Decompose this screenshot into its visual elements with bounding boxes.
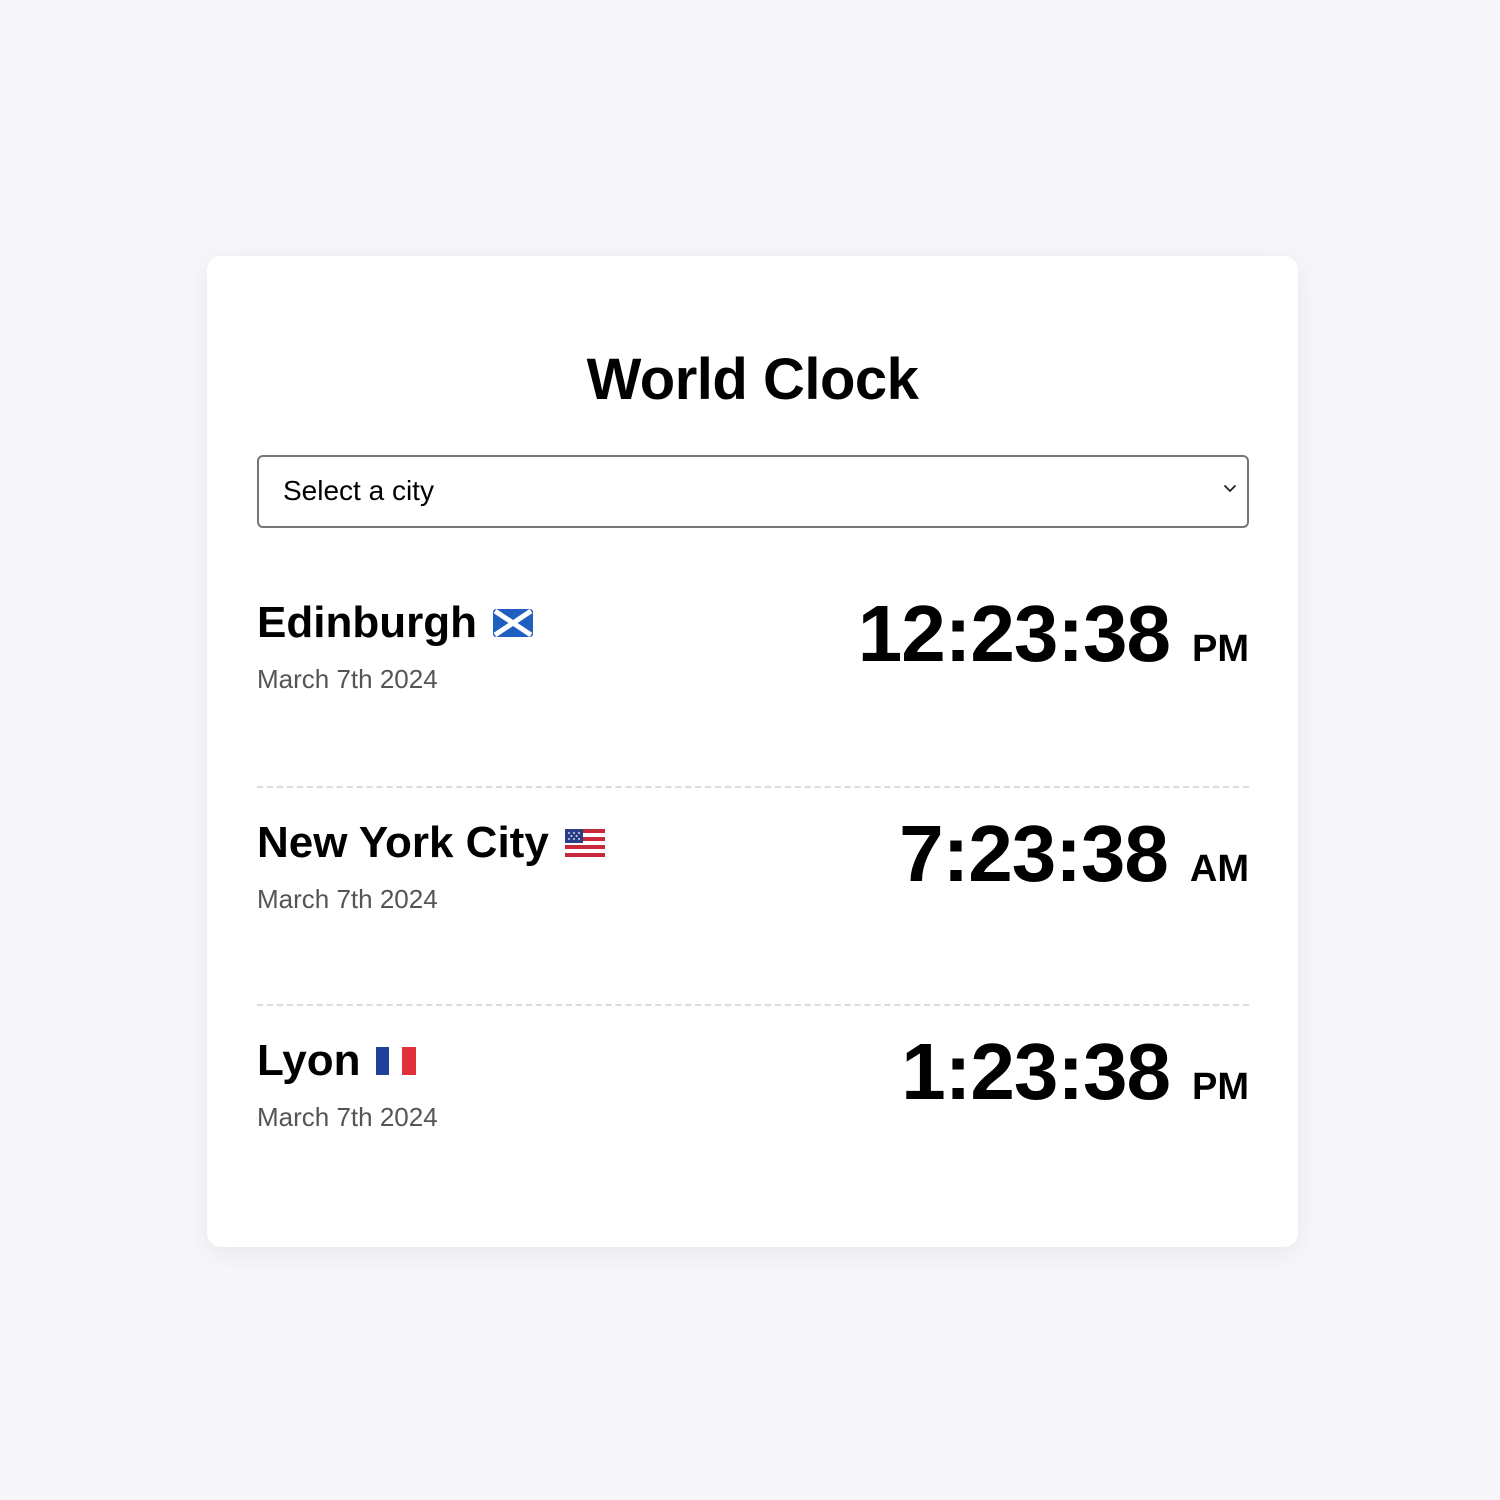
clock-row-edinburgh: Edinburgh March 7th 2024 12:23:38 PM [257, 568, 1249, 786]
city-date: March 7th 2024 [257, 884, 438, 914]
city-label: Lyon [257, 1036, 361, 1085]
world-clock-card: World Clock Select a city Edinburgh Marc… [207, 256, 1298, 1247]
clock-row-new-york-city: New York City March 7th 2024 7:23:38 AM [257, 786, 1249, 1004]
city-time: 7:23:38 AM [899, 808, 1249, 900]
city-label: New York City [257, 818, 549, 867]
time-value: 1:23:38 [901, 1027, 1171, 1116]
time-period: PM [1192, 1066, 1249, 1108]
usa-flag-icon [564, 829, 605, 857]
time-period: PM [1192, 628, 1249, 670]
clock-list: Edinburgh March 7th 2024 12:23:38 PM New… [257, 568, 1249, 1222]
city-select[interactable]: Select a city [257, 455, 1249, 528]
city-time: 12:23:38 PM [858, 588, 1249, 680]
time-value: 7:23:38 [899, 809, 1169, 898]
time-value: 12:23:38 [857, 589, 1171, 678]
france-flag-icon [376, 1047, 417, 1075]
city-time: 1:23:38 PM [901, 1026, 1249, 1118]
city-name: Edinburgh [257, 598, 533, 648]
scotland-flag-icon [492, 609, 533, 637]
city-date: March 7th 2024 [257, 664, 438, 694]
city-label: Edinburgh [257, 598, 477, 647]
page-title: World Clock [586, 347, 919, 412]
clock-row-lyon: Lyon March 7th 2024 1:23:38 PM [257, 1004, 1249, 1222]
time-period: AM [1189, 848, 1249, 890]
city-name: New York City [257, 818, 605, 868]
chevron-down-icon [1224, 485, 1236, 492]
city-select-value: Select a city [283, 475, 434, 506]
city-name: Lyon [257, 1036, 417, 1086]
city-date: March 7th 2024 [257, 1102, 438, 1132]
